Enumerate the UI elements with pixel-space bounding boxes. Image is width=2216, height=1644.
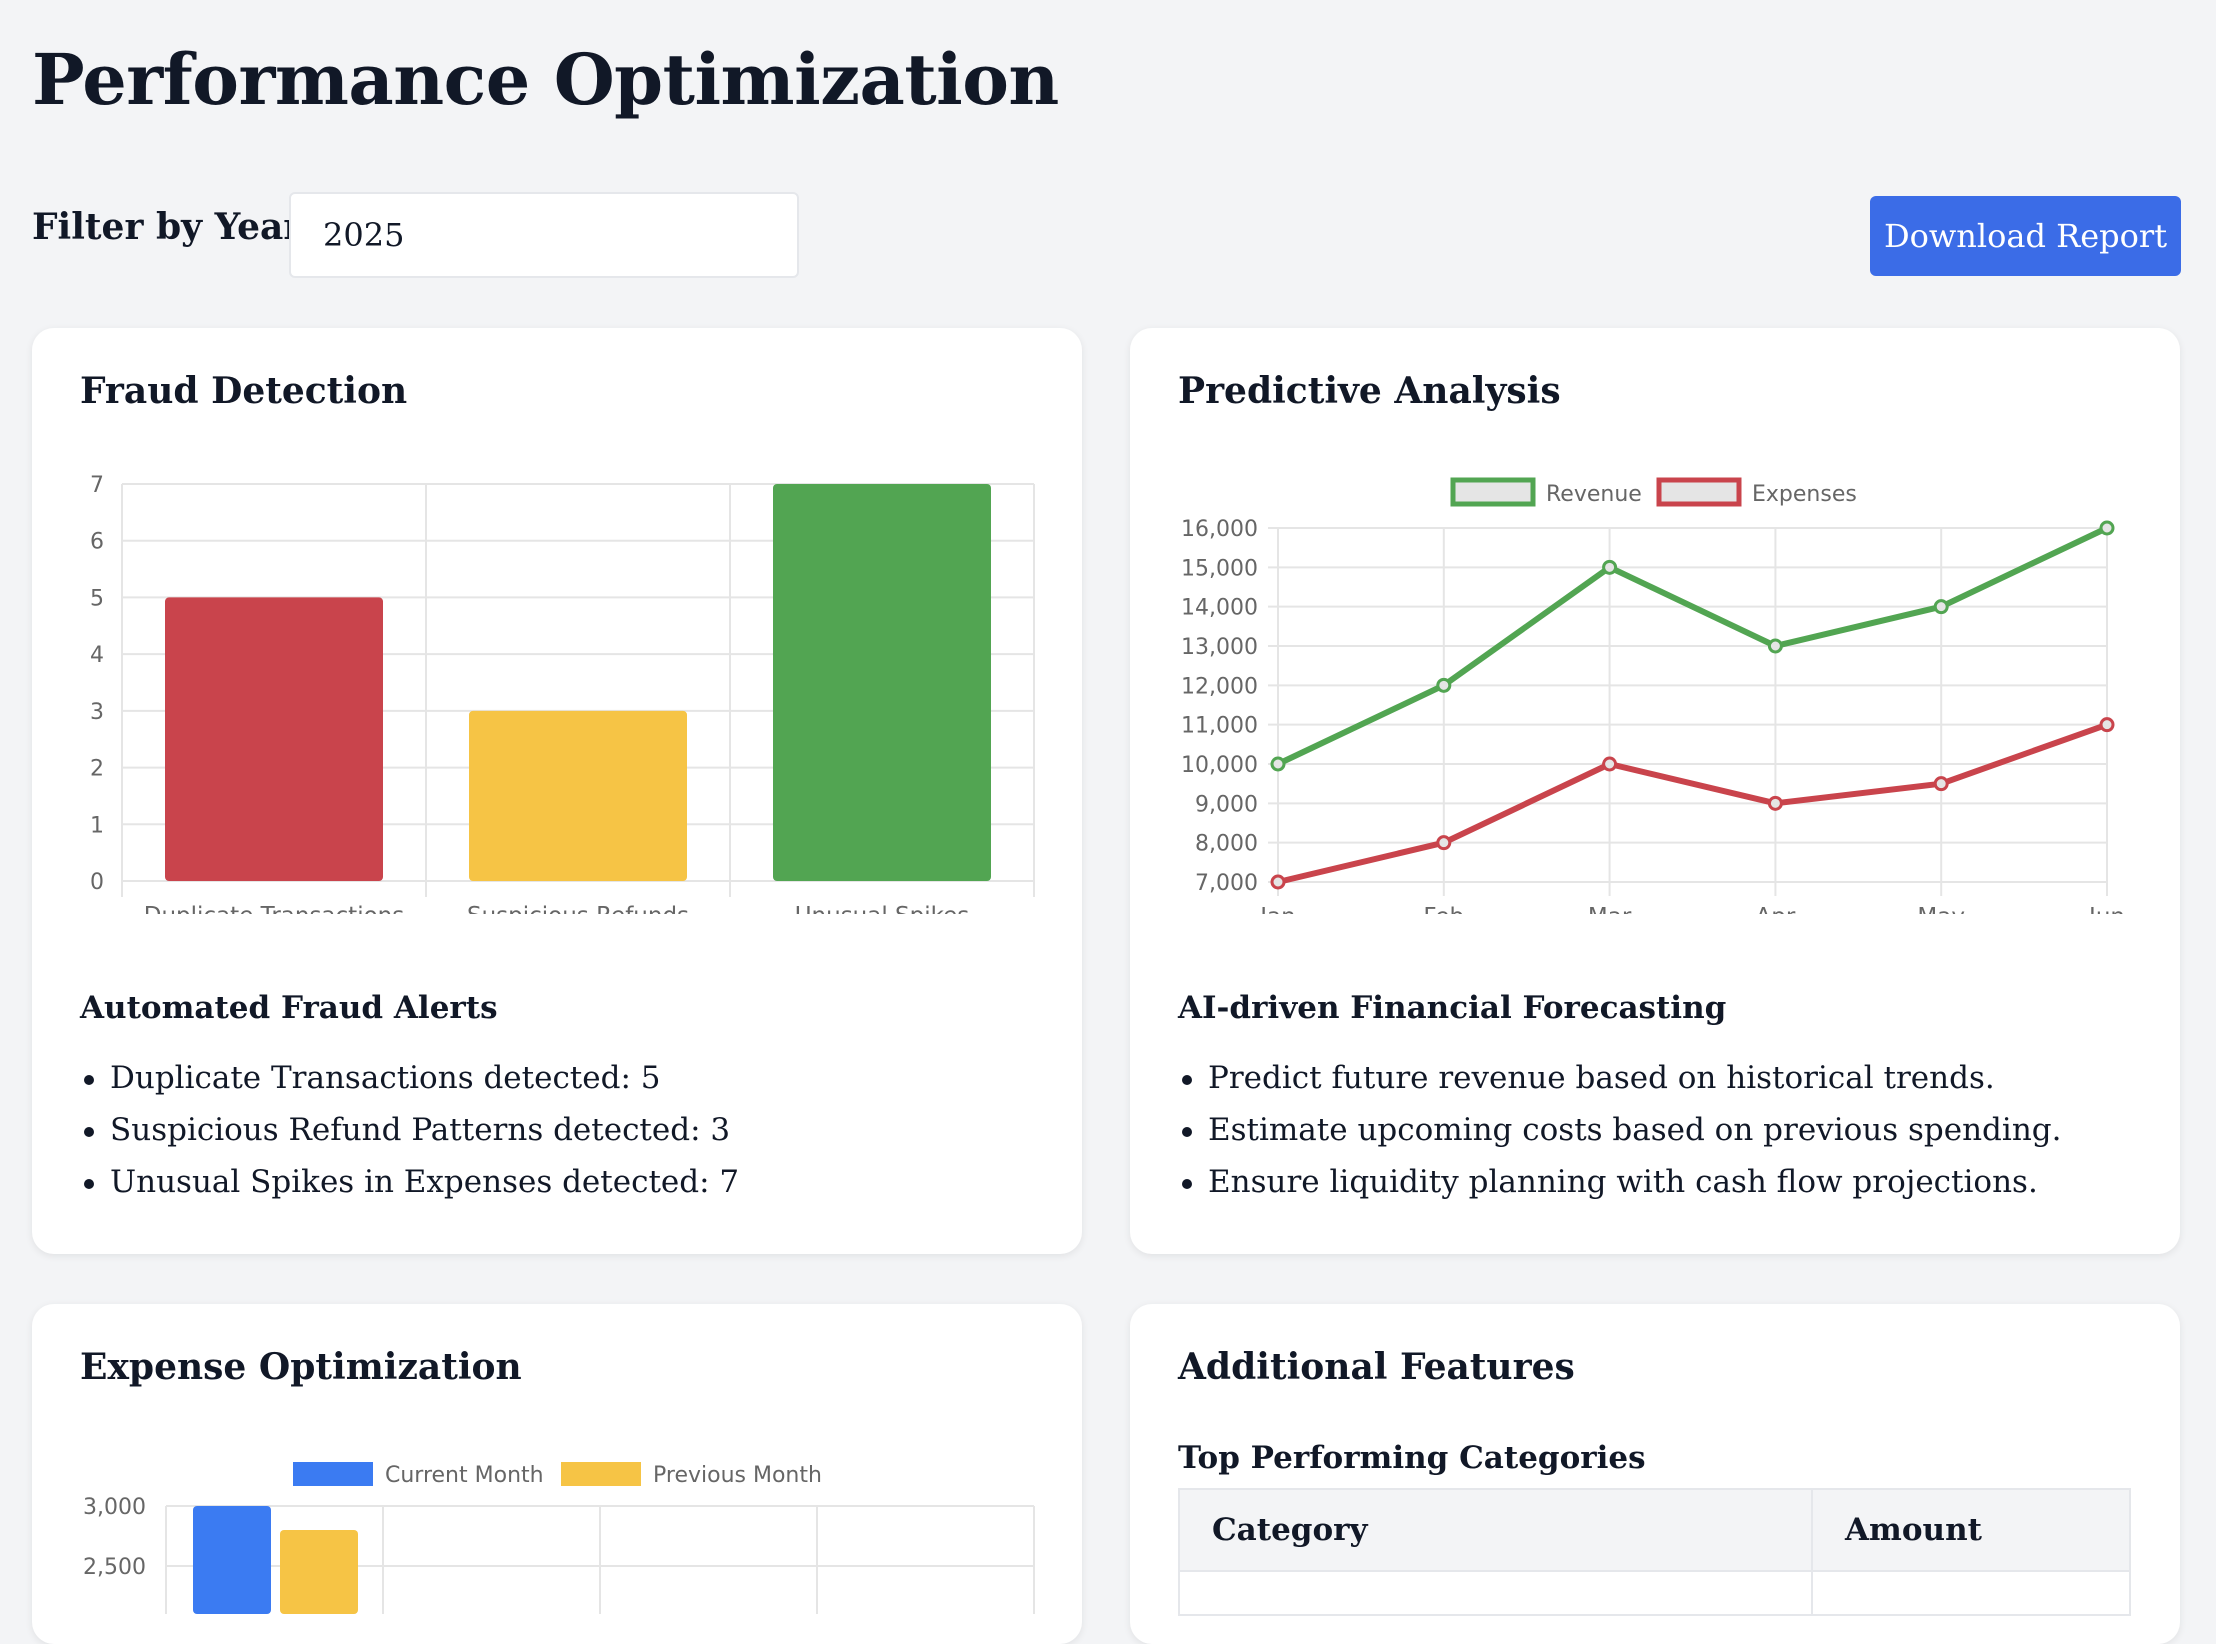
bar bbox=[469, 710, 687, 881]
data-point bbox=[1436, 835, 1452, 851]
y-tick-label: 2,500 bbox=[83, 1555, 146, 1580]
data-point bbox=[1767, 638, 1783, 654]
x-tick-label: Jan bbox=[1258, 904, 1295, 914]
legend-swatch bbox=[293, 1462, 373, 1486]
legend-swatch bbox=[1656, 477, 1742, 507]
legend-swatch bbox=[1450, 477, 1536, 507]
data-point bbox=[2099, 717, 2115, 733]
list-item: Predict future revenue based on historic… bbox=[1178, 1052, 2061, 1104]
top-categories-title: Top Performing Categories bbox=[1178, 1440, 1646, 1476]
bar bbox=[193, 1506, 271, 1614]
predictive-analysis-card: Predictive Analysis 7,000 8,000 9,000 10,00… bbox=[1130, 328, 2180, 1254]
year-filter-input[interactable] bbox=[289, 192, 799, 278]
x-tick-label: Apr bbox=[1756, 904, 1796, 914]
data-point bbox=[1602, 559, 1618, 575]
data-point bbox=[1270, 874, 1286, 890]
fraud-bar-chart: 0 1 2 3 4 5 6 7 Duplicate Transactions Suspicious… bbox=[90, 473, 1035, 914]
download-report-button[interactable]: Download Report bbox=[1870, 196, 2181, 276]
x-tick-label: Jun bbox=[2087, 904, 2125, 914]
x-tick-label: Duplicate Transactions bbox=[144, 903, 404, 914]
data-point bbox=[1270, 756, 1286, 772]
y-tick-label: 3 bbox=[90, 700, 104, 725]
top-categories-table: Category Amount bbox=[1178, 1488, 2131, 1616]
table-row bbox=[1178, 1570, 2131, 1616]
page-title: Performance Optimization bbox=[32, 38, 1059, 121]
y-tick-label: 16,000 bbox=[1181, 517, 1258, 542]
y-tick-label: 6 bbox=[90, 530, 104, 555]
bar bbox=[773, 484, 991, 881]
data-point bbox=[1767, 795, 1783, 811]
table-header-row: Category Amount bbox=[1178, 1488, 2131, 1572]
expense-optimization-card: Expense Optimization Current Month Previo… bbox=[32, 1304, 1082, 1644]
data-point bbox=[1436, 677, 1452, 693]
data-point bbox=[1602, 756, 1618, 772]
y-tick-label: 7,000 bbox=[1195, 871, 1258, 896]
legend-label: Previous Month bbox=[653, 1463, 822, 1488]
y-tick-label: 9,000 bbox=[1195, 792, 1258, 817]
y-tick-label: 14,000 bbox=[1181, 596, 1258, 621]
card-title: Additional Features bbox=[1178, 1346, 1575, 1388]
y-tick-label: 1 bbox=[90, 813, 104, 838]
list-item: Ensure liquidity planning with cash flow… bbox=[1178, 1156, 2061, 1208]
y-tick-label: 2 bbox=[90, 757, 104, 782]
y-tick-label: 4 bbox=[90, 643, 104, 668]
forecasting-title: AI-driven Financial Forecasting bbox=[1178, 990, 1727, 1026]
column-header-category[interactable]: Category bbox=[1178, 1488, 1813, 1572]
list-item: Suspicious Refund Patterns detected: 3 bbox=[80, 1104, 739, 1156]
legend-label: Expenses bbox=[1752, 482, 1857, 507]
x-tick-label: Feb bbox=[1423, 904, 1464, 914]
y-tick-label: 15,000 bbox=[1181, 556, 1258, 581]
card-title: Predictive Analysis bbox=[1178, 370, 1561, 412]
y-tick-label: 0 bbox=[90, 870, 104, 895]
card-title: Fraud Detection bbox=[80, 370, 408, 412]
card-title: Expense Optimization bbox=[80, 1346, 522, 1388]
bar bbox=[280, 1530, 358, 1614]
data-point bbox=[1933, 776, 1949, 792]
revenue-expenses-line-chart: 7,000 8,000 9,000 10,000 11,000 12,000 13,000 1… bbox=[1181, 477, 2125, 914]
legend-swatch bbox=[561, 1462, 641, 1486]
y-tick-label: 10,000 bbox=[1181, 753, 1258, 778]
legend-label: Current Month bbox=[385, 1463, 544, 1488]
forecasting-list: Predict future revenue based on historic… bbox=[1178, 1052, 2061, 1208]
x-tick-label: Mar bbox=[1588, 904, 1632, 914]
legend-label: Revenue bbox=[1546, 482, 1642, 507]
x-tick-label: May bbox=[1917, 904, 1965, 914]
fraud-alerts-list: Duplicate Transactions detected: 5 Suspi… bbox=[80, 1052, 739, 1208]
filter-year-label: Filter by Year: bbox=[32, 206, 316, 248]
x-tick-label: Unusual Spikes bbox=[795, 903, 970, 914]
fraud-detection-card: Fraud Detection 0 1 2 3 4 5 6 7 Duplicate Transa… bbox=[32, 328, 1082, 1254]
column-header-amount[interactable]: Amount bbox=[1811, 1488, 2131, 1572]
y-tick-label: 7 bbox=[90, 473, 104, 498]
data-point bbox=[2099, 520, 2115, 536]
list-item: Duplicate Transactions detected: 5 bbox=[80, 1052, 739, 1104]
list-item: Estimate upcoming costs based on previou… bbox=[1178, 1104, 2061, 1156]
y-tick-label: 8,000 bbox=[1195, 832, 1258, 857]
y-tick-label: 12,000 bbox=[1181, 674, 1258, 699]
y-tick-label: 3,000 bbox=[83, 1495, 146, 1520]
y-tick-label: 5 bbox=[90, 586, 104, 611]
bar bbox=[165, 597, 383, 881]
y-tick-label: 11,000 bbox=[1181, 714, 1258, 739]
fraud-alerts-title: Automated Fraud Alerts bbox=[80, 990, 498, 1026]
list-item: Unusual Spikes in Expenses detected: 7 bbox=[80, 1156, 739, 1208]
x-tick-label: Suspicious Refunds bbox=[467, 903, 689, 914]
y-tick-label: 13,000 bbox=[1181, 635, 1258, 660]
expense-bar-chart: Current Month Previous Month 3,000 2,500 bbox=[83, 1462, 1035, 1614]
data-point bbox=[1933, 599, 1949, 615]
additional-features-card: Additional Features Top Performing Categ… bbox=[1130, 1304, 2180, 1644]
